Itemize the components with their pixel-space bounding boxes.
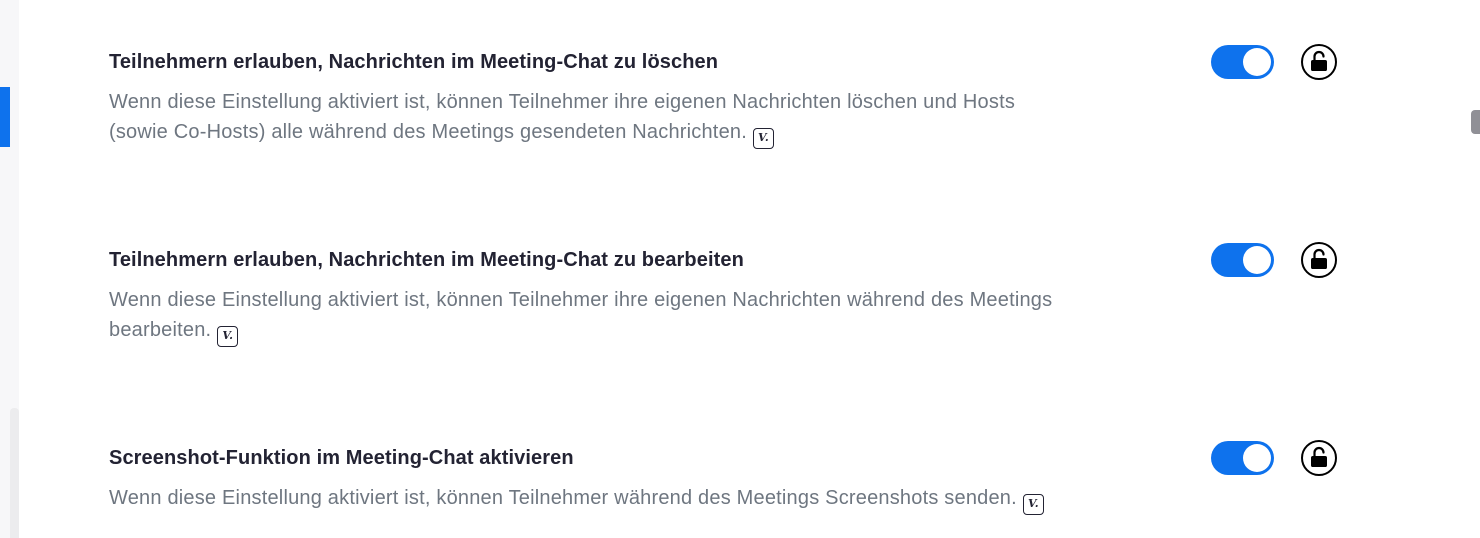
delete-messages-toggle[interactable] — [1211, 45, 1274, 79]
setting-title: Teilnehmern erlauben, Nachrichten im Mee… — [109, 51, 719, 73]
setting-description-line-group: bearbeiten. V. — [109, 315, 1199, 347]
setting-description: Wenn diese Einstellung aktiviert ist, kö… — [109, 285, 1199, 347]
version-info-icon[interactable]: V. — [1022, 493, 1044, 515]
setting-chat-screenshots: Screenshot-Funktion im Meeting-Chat akti… — [109, 440, 1369, 525]
setting-delete-chat-messages: Teilnehmern erlauben, Nachrichten im Mee… — [109, 44, 1369, 159]
version-info-icon[interactable]: V. — [752, 127, 774, 149]
setting-description-line: bearbeiten. — [109, 319, 212, 341]
setting-description-line: Wenn diese Einstellung aktiviert ist, kö… — [109, 487, 1017, 509]
unlocked-lock-icon[interactable] — [1301, 440, 1337, 476]
setting-description: Wenn diese Einstellung aktiviert ist, kö… — [109, 87, 1189, 149]
toggle-knob — [1243, 48, 1271, 76]
setting-title: Teilnehmern erlauben, Nachrichten im Mee… — [109, 249, 744, 271]
unlocked-lock-icon[interactable] — [1301, 44, 1337, 80]
toggle-knob — [1243, 246, 1271, 274]
edit-messages-toggle[interactable] — [1211, 243, 1274, 277]
setting-description-line: Wenn diese Einstellung aktiviert ist, kö… — [109, 289, 1053, 311]
setting-title: Screenshot-Funktion im Meeting-Chat akti… — [109, 447, 574, 469]
active-nav-indicator — [0, 87, 10, 147]
setting-description-line: (sowie Co-Hosts) alle während des Meetin… — [109, 121, 747, 143]
screenshot-toggle[interactable] — [1211, 441, 1274, 475]
side-navigation-edge — [0, 0, 19, 538]
version-info-icon[interactable]: V. — [217, 325, 239, 347]
side-nav-scrollbar[interactable] — [10, 408, 19, 538]
setting-edit-chat-messages: Teilnehmern erlauben, Nachrichten im Mee… — [109, 242, 1369, 357]
page-scrollbar-thumb[interactable] — [1471, 110, 1480, 134]
toggle-knob — [1243, 444, 1271, 472]
unlocked-lock-icon[interactable] — [1301, 242, 1337, 278]
setting-description-line-group: Wenn diese Einstellung aktiviert ist, kö… — [109, 483, 1189, 515]
setting-description: Wenn diese Einstellung aktiviert ist, kö… — [109, 483, 1189, 515]
setting-description-line-group: (sowie Co-Hosts) alle während des Meetin… — [109, 117, 1189, 149]
setting-description-line: Wenn diese Einstellung aktiviert ist, kö… — [109, 91, 1016, 113]
settings-page: Teilnehmern erlauben, Nachrichten im Mee… — [0, 0, 1480, 538]
